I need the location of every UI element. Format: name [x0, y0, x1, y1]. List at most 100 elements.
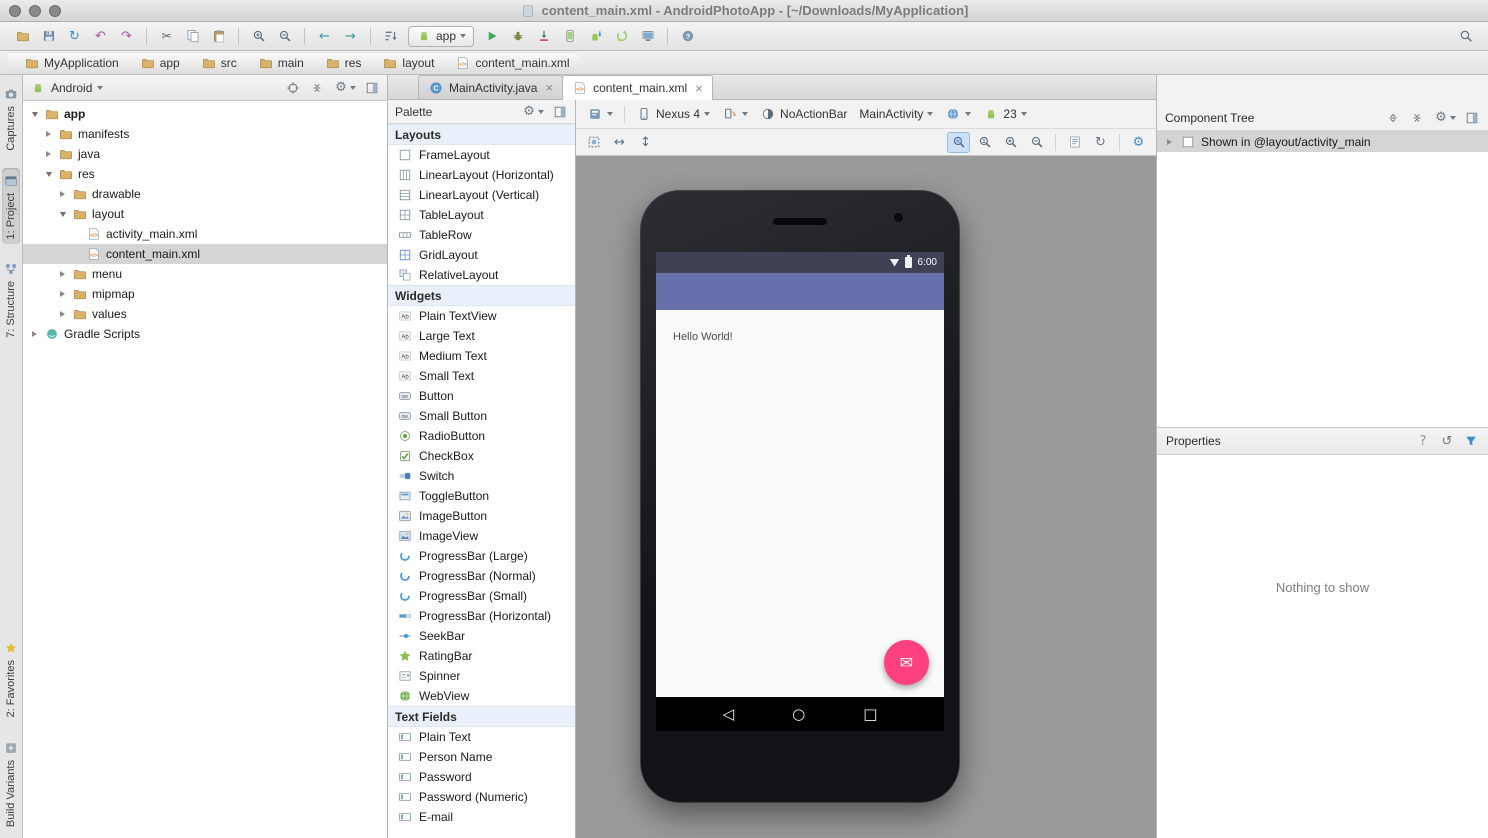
cut-icon[interactable]: ✂ — [154, 25, 179, 48]
palette-item-framelayout[interactable]: FrameLayout — [388, 145, 575, 165]
copy-icon[interactable] — [180, 25, 205, 48]
editor-tab-mainactivity-java[interactable]: CMainActivity.java× — [418, 75, 563, 99]
zoom-out-button[interactable] — [1025, 132, 1048, 153]
properties-help-button[interactable]: ? — [1415, 433, 1431, 449]
palette-item-gridlayout[interactable]: GridLayout — [388, 245, 575, 265]
nav-forward-icon[interactable]: → — [338, 25, 363, 48]
palette-item-progressbar-small[interactable]: ProgressBar (Small) — [388, 586, 575, 606]
fit-screen-button[interactable] — [582, 132, 605, 153]
breadcrumb-item-res[interactable]: res — [309, 53, 376, 73]
palette-item-progressbar-horizontal[interactable]: ProgressBar (Horizontal) — [388, 606, 575, 626]
palette-item-large-text[interactable]: AbLarge Text — [388, 326, 575, 346]
palette-item-plain-textview[interactable]: AbPlain TextView — [388, 306, 575, 326]
breadcrumb-item-main[interactable]: main — [242, 53, 318, 73]
fab-button[interactable]: ✉ — [884, 640, 929, 685]
expand-arrow-icon[interactable] — [57, 309, 68, 320]
zoom-fit-button[interactable] — [947, 132, 970, 153]
palette-dock-button[interactable] — [552, 104, 568, 120]
palette-item-checkbox[interactable]: CheckBox — [388, 446, 575, 466]
avd-manager-icon[interactable] — [557, 25, 582, 48]
palette-item-plain-text[interactable]: Plain Text — [388, 727, 575, 747]
breadcrumb-item-app[interactable]: app — [124, 53, 194, 73]
palette-item-progressbar-large[interactable]: ProgressBar (Large) — [388, 546, 575, 566]
locate-file-button[interactable] — [285, 80, 301, 96]
expand-arrow-icon[interactable] — [29, 109, 40, 120]
palette-item-tablelayout[interactable]: TableLayout — [388, 205, 575, 225]
tree-node-gradle-scripts[interactable]: Gradle Scripts — [23, 324, 387, 344]
activity-dropdown[interactable]: MainActivity — [854, 105, 938, 123]
sort-icon[interactable] — [378, 25, 403, 48]
debug-icon[interactable] — [505, 25, 530, 48]
save-icon[interactable] — [36, 25, 61, 48]
palette-item-ratingbar[interactable]: RatingBar — [388, 646, 575, 666]
expand-arrow-icon[interactable] — [57, 269, 68, 280]
sync-icon[interactable]: ↻ — [62, 25, 87, 48]
close-tab-icon[interactable]: × — [545, 81, 553, 94]
tool-button-7-structure[interactable]: 7: Structure — [2, 256, 20, 343]
palette-item-radiobutton[interactable]: RadioButton — [388, 426, 575, 446]
component-tree-settings-button[interactable]: ⚙ — [1433, 110, 1456, 126]
preview-settings-button[interactable]: ⚙ — [1127, 132, 1150, 153]
tool-button-2-favorites[interactable]: 2: Favorites — [2, 635, 20, 722]
back-nav-icon[interactable]: ◁ — [723, 707, 735, 722]
breadcrumb-item-myapplication[interactable]: MyApplication — [8, 53, 133, 73]
collapse-all-button[interactable] — [1409, 110, 1425, 126]
match-width-button[interactable]: ↔ — [608, 132, 631, 153]
tree-node-manifests[interactable]: manifests — [23, 124, 387, 144]
tool-button-1-project[interactable]: 1: Project — [2, 168, 20, 244]
home-nav-icon[interactable]: ○ — [792, 707, 805, 722]
run-configuration-dropdown[interactable]: app — [408, 26, 474, 47]
tool-button-captures[interactable]: Captures — [2, 81, 20, 156]
palette-item-imagebutton[interactable]: ImageButton — [388, 506, 575, 526]
palette-item-switch[interactable]: Switch — [388, 466, 575, 486]
nav-back-icon[interactable]: ← — [312, 25, 337, 48]
expand-arrow-icon[interactable] — [1164, 136, 1175, 147]
refresh-preview-button[interactable]: ↻ — [1089, 132, 1112, 153]
palette-item-imageview[interactable]: ImageView — [388, 526, 575, 546]
zoom-in-button[interactable] — [999, 132, 1022, 153]
palette-item-linearlayout-vertical[interactable]: LinearLayout (Vertical) — [388, 185, 575, 205]
palette-settings-button[interactable]: ⚙ — [521, 104, 544, 120]
attach-debugger-icon[interactable] — [531, 25, 556, 48]
palette-item-togglebutton[interactable]: ToggleButton — [388, 486, 575, 506]
tree-node-java[interactable]: java — [23, 144, 387, 164]
content-area[interactable]: Hello World! ✉ — [656, 310, 944, 697]
hide-panel-button[interactable] — [364, 80, 380, 96]
breadcrumb-item-layout[interactable]: layout — [366, 53, 448, 73]
palette-item-relativelayout[interactable]: RelativeLayout — [388, 265, 575, 285]
palette-item-medium-text[interactable]: AbMedium Text — [388, 346, 575, 366]
maximize-button[interactable] — [49, 5, 61, 17]
palette-item-webview[interactable]: WebView — [388, 686, 575, 706]
minimize-button[interactable] — [29, 5, 41, 17]
tree-node-mipmap[interactable]: mipmap — [23, 284, 387, 304]
expand-arrow-icon[interactable] — [57, 189, 68, 200]
match-height-button[interactable]: ↕ — [634, 132, 657, 153]
close-button[interactable] — [9, 5, 21, 17]
component-tree-dock-button[interactable] — [1464, 110, 1480, 126]
palette-item-small-button[interactable]: OKSmall Button — [388, 406, 575, 426]
expand-all-button[interactable] — [1385, 110, 1401, 126]
locale-dropdown[interactable] — [940, 104, 976, 124]
breadcrumb-item-content-main-xml[interactable]: </>content_main.xml — [439, 53, 583, 73]
sdk-manager-icon[interactable] — [583, 25, 608, 48]
hello-world-text[interactable]: Hello World! — [673, 331, 733, 343]
orientation-dropdown[interactable] — [717, 104, 753, 124]
zoom-actual-button[interactable]: 1 — [973, 132, 996, 153]
expand-arrow-icon[interactable] — [57, 209, 68, 220]
run-icon[interactable] — [479, 25, 504, 48]
palette-item-password[interactable]: Password — [388, 767, 575, 787]
component-tree-item[interactable]: Shown in @layout/activity_main — [1157, 131, 1488, 152]
device-screen[interactable]: 6:00 Hello World! ✉ ◁○□ — [656, 252, 944, 731]
properties-reset-button[interactable]: ↺ — [1439, 433, 1455, 449]
project-view-selector[interactable]: Android — [51, 81, 92, 95]
api-version-dropdown[interactable]: 23 — [978, 104, 1031, 124]
palette-item-person-name[interactable]: Person Name — [388, 747, 575, 767]
preview-xml-button[interactable] — [1063, 132, 1086, 153]
zoom-out-icon[interactable] — [272, 25, 297, 48]
theme-dropdown[interactable]: NoActionBar — [755, 104, 852, 124]
palette-item-spinner[interactable]: Spinner — [388, 666, 575, 686]
close-tab-icon[interactable]: × — [695, 82, 703, 95]
properties-filter-button[interactable] — [1463, 433, 1479, 449]
undo-icon[interactable]: ↶ — [88, 25, 113, 48]
open-folder-icon[interactable] — [10, 25, 35, 48]
